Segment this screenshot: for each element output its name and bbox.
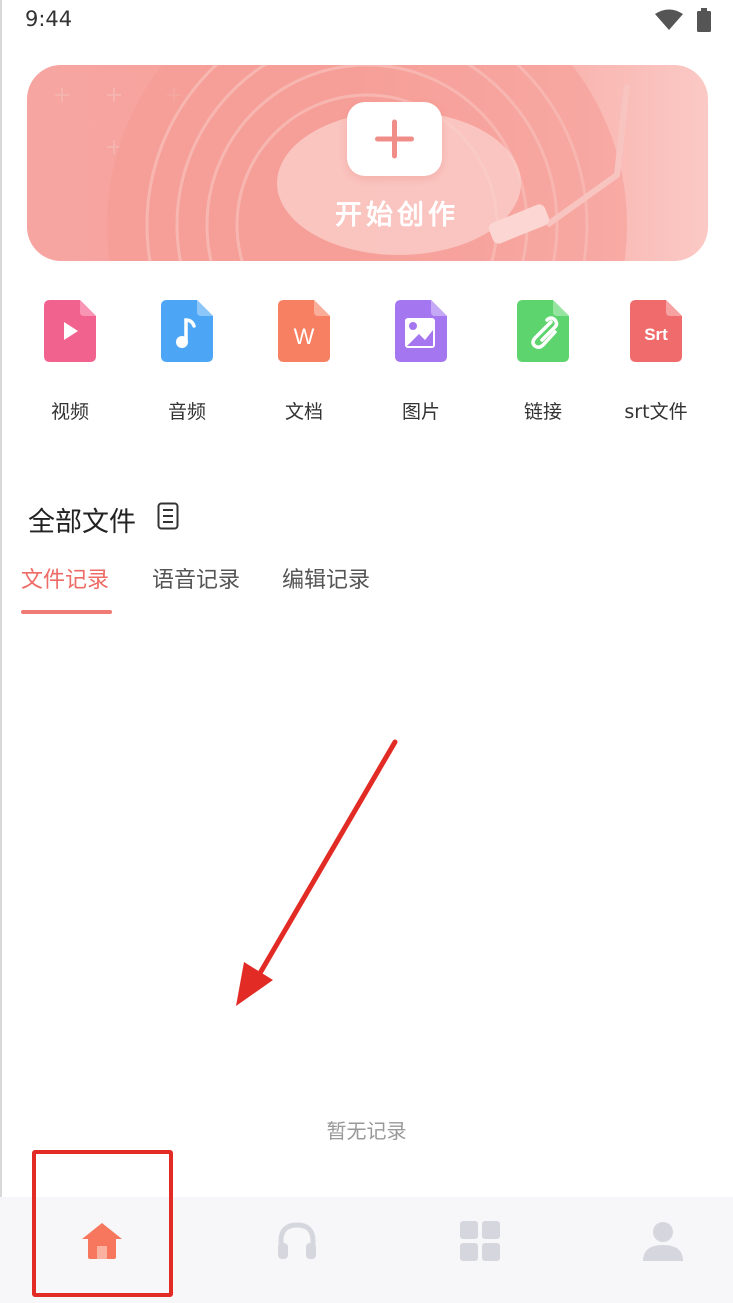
word-file-icon: W	[278, 300, 330, 362]
start-creating-banner[interactable]: 开始创作	[27, 65, 708, 261]
wifi-icon	[655, 9, 683, 30]
nav-apps[interactable]	[418, 1197, 538, 1303]
svg-text:Srt: Srt	[644, 325, 668, 344]
tool-srt[interactable]: Srt srt文件	[597, 296, 715, 426]
plus-button[interactable]	[347, 102, 442, 176]
tab-edit-records[interactable]: 编辑记录	[282, 562, 370, 594]
tool-document-label: 文档	[284, 401, 323, 423]
bottom-nav	[0, 1197, 733, 1303]
tool-grid: 视频 音频 W 文档 图片 链接 Srt srt文件	[0, 296, 733, 436]
home-icon	[82, 1223, 122, 1259]
start-creating-label: 开始创作	[335, 200, 459, 231]
tool-link[interactable]: 链接	[484, 296, 602, 426]
headphones-icon	[278, 1222, 316, 1259]
active-tab-indicator	[21, 610, 112, 614]
record-tabs: 文件记录 语音记录 编辑记录	[0, 560, 733, 620]
tool-document[interactable]: W 文档	[245, 296, 363, 426]
status-time: 9:44	[25, 7, 73, 31]
video-file-icon	[44, 300, 96, 362]
all-files-title: 全部文件	[28, 507, 136, 538]
tool-video-label: 视频	[50, 401, 89, 423]
tab-file-records[interactable]: 文件记录	[21, 562, 109, 594]
tab-voice-records[interactable]: 语音记录	[152, 562, 240, 594]
srt-file-icon: Srt	[630, 300, 682, 362]
user-icon	[643, 1222, 683, 1261]
tool-audio-label: 音频	[167, 401, 206, 423]
battery-icon	[697, 8, 711, 32]
nav-home[interactable]	[40, 1197, 160, 1303]
status-bar: 9:44	[0, 0, 733, 40]
audio-file-icon	[161, 300, 213, 362]
tool-audio[interactable]: 音频	[128, 296, 246, 426]
link-file-icon	[517, 300, 569, 362]
image-file-icon	[395, 300, 447, 362]
nav-listen[interactable]	[235, 1197, 355, 1303]
nav-profile[interactable]	[601, 1197, 721, 1303]
empty-state-text: 暂无记录	[326, 1119, 407, 1143]
screen-edge	[0, 0, 2, 1303]
plus-icon	[375, 119, 414, 159]
tool-srt-label: srt文件	[624, 401, 688, 423]
tool-image[interactable]: 图片	[362, 296, 480, 426]
status-icons	[655, 8, 711, 32]
grid-icon	[460, 1221, 500, 1261]
tool-image-label: 图片	[401, 401, 440, 423]
tool-video[interactable]: 视频	[11, 296, 129, 426]
svg-text:W: W	[294, 324, 315, 349]
tool-link-label: 链接	[523, 401, 562, 423]
list-icon[interactable]	[157, 502, 179, 530]
